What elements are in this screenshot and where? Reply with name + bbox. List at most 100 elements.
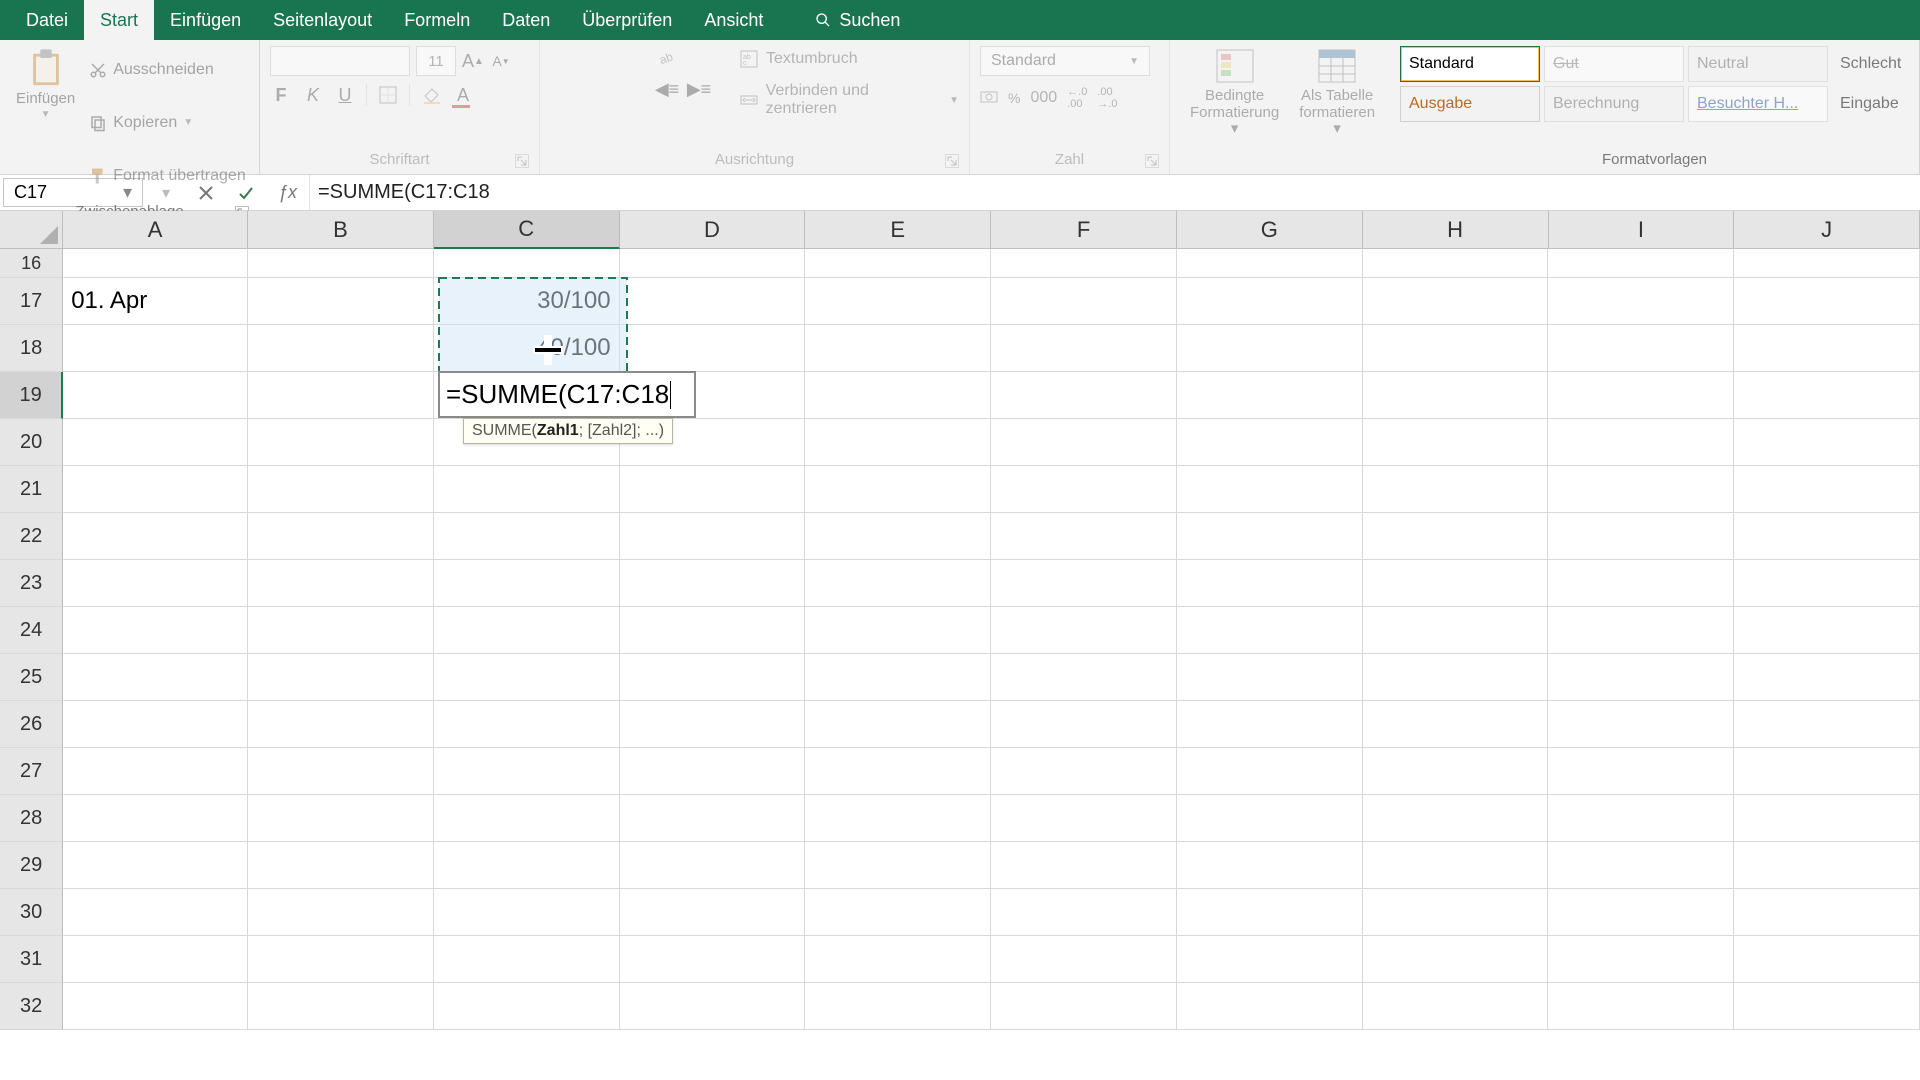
copy-button[interactable]: Kopieren ▼ bbox=[89, 99, 246, 146]
cell-B28[interactable] bbox=[248, 795, 434, 842]
style-besuchter[interactable]: Besuchter H... bbox=[1688, 86, 1828, 122]
cell-F21[interactable] bbox=[991, 466, 1177, 513]
cell-H31[interactable] bbox=[1363, 936, 1549, 983]
borders-button[interactable] bbox=[377, 84, 399, 106]
cell-D24[interactable] bbox=[620, 607, 806, 654]
cell-D29[interactable] bbox=[620, 842, 806, 889]
cell-E22[interactable] bbox=[805, 513, 991, 560]
cell-J25[interactable] bbox=[1734, 654, 1920, 701]
cell-F22[interactable] bbox=[991, 513, 1177, 560]
cell-I31[interactable] bbox=[1548, 936, 1734, 983]
cell-E20[interactable] bbox=[805, 419, 991, 466]
cell-D27[interactable] bbox=[620, 748, 806, 795]
cell-H16[interactable] bbox=[1363, 249, 1549, 278]
cell-A26[interactable] bbox=[63, 701, 248, 748]
row-header-28[interactable]: 28 bbox=[0, 795, 63, 842]
cell-F24[interactable] bbox=[991, 607, 1177, 654]
spreadsheet-grid[interactable]: ABCDEFGHIJ 161701. Apr30/1001840/1001920… bbox=[0, 211, 1920, 1030]
cell-B19[interactable] bbox=[248, 372, 434, 419]
cell-H24[interactable] bbox=[1363, 607, 1549, 654]
cell-H30[interactable] bbox=[1363, 889, 1549, 936]
cell-B32[interactable] bbox=[248, 983, 434, 1030]
cell-C23[interactable] bbox=[434, 560, 620, 607]
cell-A28[interactable] bbox=[63, 795, 248, 842]
cell-B25[interactable] bbox=[248, 654, 434, 701]
underline-button[interactable]: U bbox=[334, 84, 356, 106]
cell-B17[interactable] bbox=[248, 278, 434, 325]
cell-F30[interactable] bbox=[991, 889, 1177, 936]
bold-button[interactable]: F bbox=[270, 84, 292, 106]
cell-B21[interactable] bbox=[248, 466, 434, 513]
cell-G20[interactable] bbox=[1177, 419, 1363, 466]
cell-J17[interactable] bbox=[1734, 278, 1920, 325]
cell-E24[interactable] bbox=[805, 607, 991, 654]
cell-H20[interactable] bbox=[1363, 419, 1549, 466]
cell-I32[interactable] bbox=[1548, 983, 1734, 1030]
row-header-23[interactable]: 23 bbox=[0, 560, 63, 607]
tab-seitenlayout[interactable]: Seitenlayout bbox=[257, 0, 388, 40]
column-header-F[interactable]: F bbox=[991, 211, 1177, 249]
cell-I17[interactable] bbox=[1548, 278, 1734, 325]
row-header-16[interactable]: 16 bbox=[0, 249, 63, 278]
cell-I26[interactable] bbox=[1548, 701, 1734, 748]
cell-B16[interactable] bbox=[248, 249, 434, 278]
cell-F29[interactable] bbox=[991, 842, 1177, 889]
tab-start[interactable]: Start bbox=[84, 0, 154, 40]
fill-color-button[interactable] bbox=[420, 84, 442, 106]
cell-E23[interactable] bbox=[805, 560, 991, 607]
style-standard[interactable]: Standard bbox=[1400, 46, 1540, 82]
cell-D18[interactable] bbox=[620, 325, 806, 372]
cell-A18[interactable] bbox=[63, 325, 248, 372]
row-header-18[interactable]: 18 bbox=[0, 325, 63, 372]
cell-I27[interactable] bbox=[1548, 748, 1734, 795]
column-header-A[interactable]: A bbox=[63, 211, 248, 249]
wrap-text-button[interactable]: abc Textumbruch bbox=[740, 50, 959, 68]
style-berechnung[interactable]: Berechnung bbox=[1544, 86, 1684, 122]
cell-J30[interactable] bbox=[1734, 889, 1920, 936]
cell-styles-gallery[interactable]: Standard Gut Neutral Schlecht Ausgabe Be… bbox=[1400, 46, 1909, 122]
cell-H25[interactable] bbox=[1363, 654, 1549, 701]
cell-A32[interactable] bbox=[63, 983, 248, 1030]
dialog-launcher-icon[interactable] bbox=[1145, 154, 1159, 168]
row-header-22[interactable]: 22 bbox=[0, 513, 63, 560]
decrease-decimal-button[interactable]: .00→.0 bbox=[1097, 86, 1117, 110]
format-as-table-button[interactable]: Als Tabelle formatieren ▾ bbox=[1289, 46, 1385, 140]
decrease-indent-button[interactable]: ◀≡ bbox=[656, 78, 678, 100]
cell-E31[interactable] bbox=[805, 936, 991, 983]
cell-F19[interactable] bbox=[991, 372, 1177, 419]
cell-J16[interactable] bbox=[1734, 249, 1920, 278]
cell-H28[interactable] bbox=[1363, 795, 1549, 842]
number-format-combo[interactable]: Standard ▼ bbox=[980, 46, 1150, 76]
cell-H27[interactable] bbox=[1363, 748, 1549, 795]
cell-C22[interactable] bbox=[434, 513, 620, 560]
cell-G18[interactable] bbox=[1177, 325, 1363, 372]
cell-F20[interactable] bbox=[991, 419, 1177, 466]
cell-C30[interactable] bbox=[434, 889, 620, 936]
cell-J32[interactable] bbox=[1734, 983, 1920, 1030]
cell-I21[interactable] bbox=[1548, 466, 1734, 513]
orientation-button[interactable]: ab bbox=[656, 46, 678, 68]
cell-J24[interactable] bbox=[1734, 607, 1920, 654]
cell-D32[interactable] bbox=[620, 983, 806, 1030]
align-bottom-button[interactable] bbox=[614, 48, 636, 66]
cell-D17[interactable] bbox=[620, 278, 806, 325]
cell-F23[interactable] bbox=[991, 560, 1177, 607]
cell-G16[interactable] bbox=[1177, 249, 1363, 278]
cut-button[interactable]: Ausschneiden bbox=[89, 46, 246, 93]
cell-B31[interactable] bbox=[248, 936, 434, 983]
font-name-combo[interactable] bbox=[270, 46, 410, 76]
column-header-H[interactable]: H bbox=[1363, 211, 1549, 249]
cell-J29[interactable] bbox=[1734, 842, 1920, 889]
cell-A27[interactable] bbox=[63, 748, 248, 795]
align-center-button[interactable] bbox=[582, 80, 604, 98]
font-size-combo[interactable]: 11 bbox=[416, 46, 456, 76]
cell-D16[interactable] bbox=[620, 249, 806, 278]
cell-G17[interactable] bbox=[1177, 278, 1363, 325]
cell-A31[interactable] bbox=[63, 936, 248, 983]
row-header-32[interactable]: 32 bbox=[0, 983, 63, 1030]
cell-J27[interactable] bbox=[1734, 748, 1920, 795]
cell-F26[interactable] bbox=[991, 701, 1177, 748]
cell-A20[interactable] bbox=[63, 419, 248, 466]
increase-indent-button[interactable]: ▶≡ bbox=[688, 78, 710, 100]
row-header-21[interactable]: 21 bbox=[0, 466, 63, 513]
